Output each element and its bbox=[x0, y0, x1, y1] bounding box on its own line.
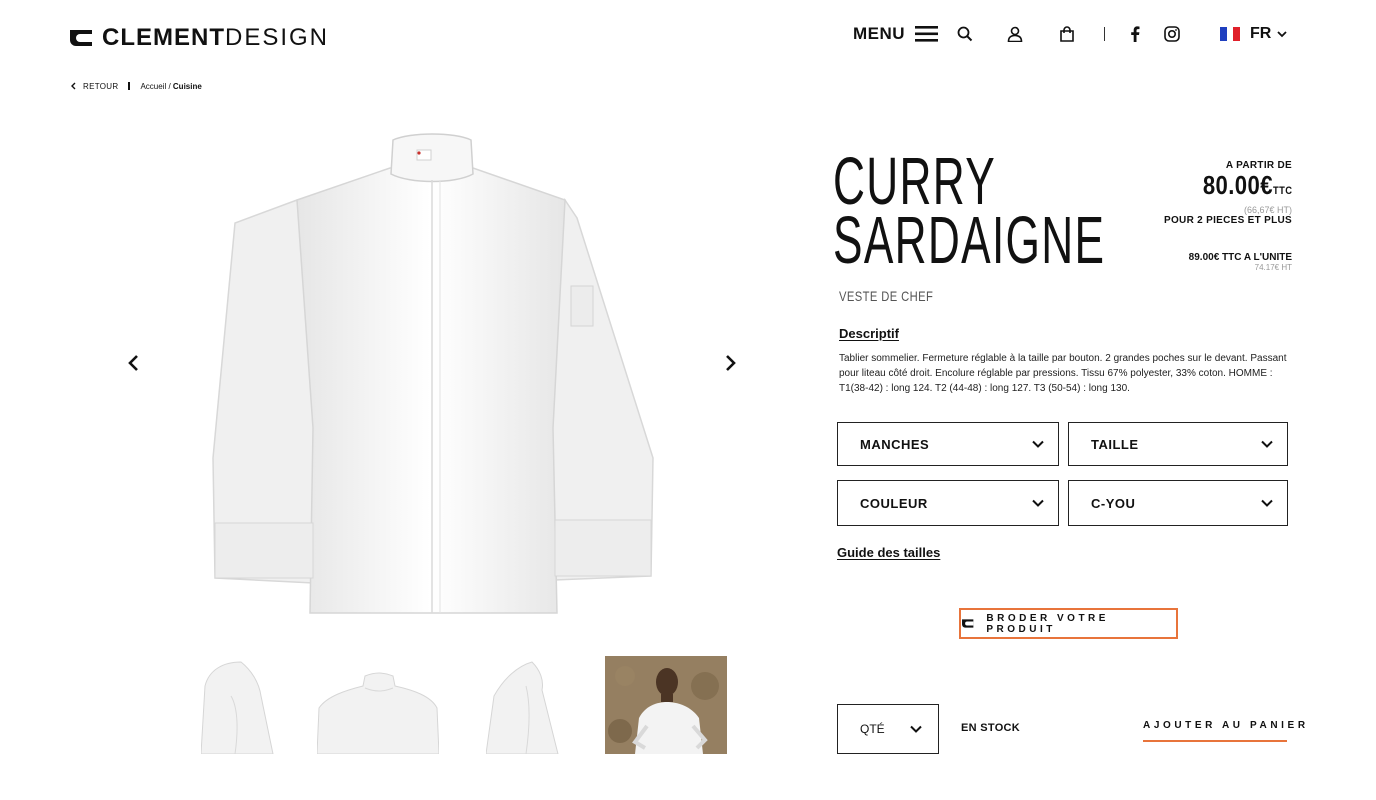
add-to-cart-button[interactable]: AJOUTER AU PANIER bbox=[1143, 720, 1309, 731]
thumbnail-chef-photo[interactable] bbox=[605, 656, 727, 754]
chevron-left-icon bbox=[128, 355, 138, 371]
chevron-down-icon bbox=[1261, 440, 1273, 448]
embroider-button[interactable]: BRODER VOTRE PRODUIT bbox=[959, 608, 1178, 639]
brand-name-bold: CLEMENT bbox=[102, 24, 225, 51]
brand-logo[interactable]: CLEMENTDESIGN bbox=[68, 26, 329, 50]
price-main-value: 80.00€ bbox=[1202, 170, 1273, 200]
model-select-label: C-YOU bbox=[1091, 495, 1136, 511]
back-link[interactable]: RETOUR bbox=[70, 82, 118, 91]
model-select[interactable]: C-YOU bbox=[1068, 480, 1288, 526]
product-main-image bbox=[212, 133, 654, 614]
thumbnail-back-view[interactable] bbox=[317, 656, 439, 754]
chevron-down-icon bbox=[1032, 440, 1044, 448]
sleeves-select[interactable]: MANCHES bbox=[837, 422, 1059, 466]
chevron-down-icon bbox=[1032, 499, 1044, 507]
search-button[interactable] bbox=[957, 20, 973, 48]
nav-divider bbox=[1104, 27, 1105, 41]
back-label: RETOUR bbox=[83, 81, 119, 91]
account-button[interactable] bbox=[1007, 20, 1023, 48]
logo-mark-icon bbox=[70, 30, 92, 46]
chevron-down-icon bbox=[1261, 499, 1273, 507]
brand-name: CLEMENTDESIGN bbox=[102, 26, 329, 50]
chevron-left-icon bbox=[71, 82, 76, 90]
facebook-link[interactable] bbox=[1130, 20, 1140, 48]
gallery-next-button[interactable] bbox=[722, 352, 740, 374]
size-select-label: TAILLE bbox=[1091, 436, 1139, 452]
breadcrumb: RETOUR Accueil / Cuisine bbox=[70, 80, 202, 92]
menu-button[interactable]: MENU bbox=[853, 20, 939, 48]
breadcrumb-separator: / bbox=[166, 81, 173, 91]
user-icon bbox=[1007, 26, 1023, 42]
breadcrumb-current: Cuisine bbox=[172, 81, 202, 91]
chevron-right-icon bbox=[726, 355, 736, 371]
language-code: FR bbox=[1250, 25, 1272, 42]
menu-label: MENU bbox=[853, 24, 906, 43]
unit-price: 89.00€ TTC A L'UNITE bbox=[1188, 252, 1292, 263]
color-select-label: COULEUR bbox=[860, 495, 928, 511]
quantity-select[interactable]: QTÉ bbox=[837, 704, 939, 754]
price-main: 80.00€TTC bbox=[1202, 171, 1292, 205]
quantity-label: QTÉ bbox=[860, 722, 885, 736]
price-box: A PARTIR DE 80.00€TTC (66,67€ HT) POUR 2… bbox=[1164, 160, 1292, 272]
hamburger-icon bbox=[915, 26, 939, 42]
sleeves-select-label: MANCHES bbox=[860, 436, 930, 452]
search-icon bbox=[957, 26, 973, 42]
product-title-line2: SARDAIGNE bbox=[833, 203, 1106, 278]
description-text: Tablier sommelier. Fermeture réglable à … bbox=[839, 353, 1287, 394]
embroider-button-label: BRODER VOTRE PRODUIT bbox=[986, 612, 1109, 635]
size-guide-link[interactable]: Guide des tailles bbox=[837, 545, 940, 560]
stock-status: EN STOCK bbox=[961, 722, 1021, 734]
thumbnail-side-view[interactable] bbox=[201, 656, 323, 754]
instagram-icon bbox=[1164, 26, 1180, 42]
price-ht: (66,67€ HT) bbox=[1243, 205, 1292, 215]
unit-price-ht: 74.17€ HT bbox=[1254, 263, 1292, 272]
chevron-down-icon bbox=[910, 725, 922, 733]
cart-button[interactable] bbox=[1059, 20, 1075, 48]
france-flag-icon bbox=[1220, 27, 1241, 41]
chevron-down-icon bbox=[1277, 31, 1287, 38]
price-condition: POUR 2 PIECES ET PLUS bbox=[1164, 215, 1292, 226]
product-title: CURRY SARDAIGNE bbox=[833, 148, 1106, 278]
brand-name-light: DESIGN bbox=[225, 24, 330, 51]
color-select[interactable]: COULEUR bbox=[837, 480, 1059, 526]
price-main-suffix: TTC bbox=[1272, 185, 1292, 197]
add-to-cart-underline bbox=[1143, 740, 1287, 742]
logo-mark-icon bbox=[962, 619, 974, 628]
breadcrumb-divider bbox=[128, 82, 131, 90]
instagram-link[interactable] bbox=[1164, 20, 1180, 48]
bag-icon bbox=[1060, 26, 1074, 42]
thumbnail-side-view-2[interactable] bbox=[486, 656, 608, 754]
gallery-prev-button[interactable] bbox=[124, 352, 142, 374]
size-select[interactable]: TAILLE bbox=[1068, 422, 1288, 466]
facebook-icon bbox=[1131, 26, 1140, 42]
description-title: Descriptif bbox=[839, 326, 899, 341]
product-subtitle: VESTE DE CHEF bbox=[839, 288, 934, 304]
breadcrumb-home[interactable]: Accueil bbox=[140, 82, 166, 91]
language-selector[interactable]: FR bbox=[1220, 20, 1287, 48]
